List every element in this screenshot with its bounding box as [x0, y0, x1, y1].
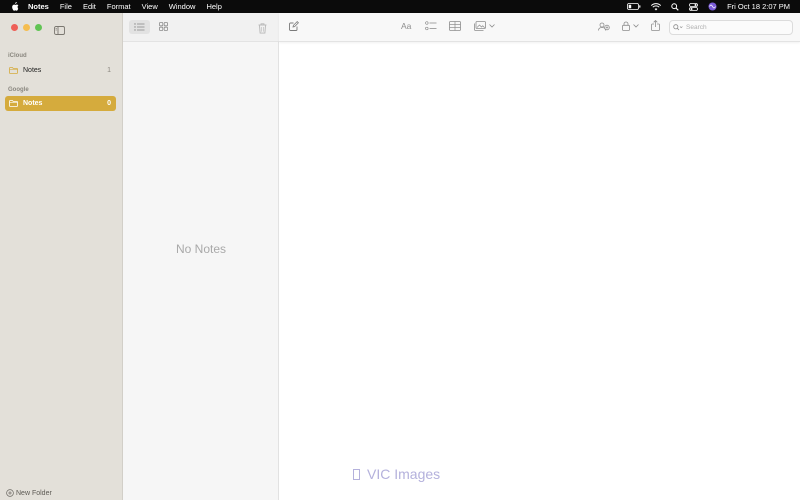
search-icon[interactable] — [671, 2, 679, 11]
empty-state-text: No Notes — [175, 242, 227, 256]
search-input[interactable] — [686, 24, 781, 31]
new-folder-label: New Folder — [16, 489, 52, 497]
battery-icon[interactable] — [627, 3, 641, 10]
menu-view[interactable]: View — [142, 2, 158, 11]
media-button[interactable] — [474, 21, 495, 31]
editor-toolbar: Aa — [279, 13, 800, 42]
trash-icon[interactable] — [258, 21, 267, 39]
window-minimize-button[interactable] — [23, 24, 30, 31]
checklist-icon[interactable] — [425, 21, 437, 31]
folder-name: Notes — [23, 67, 42, 74]
table-icon[interactable] — [449, 21, 461, 31]
section-label-icloud: iCloud — [8, 53, 27, 59]
gallery-view-icon — [158, 18, 168, 36]
list-view-button[interactable] — [129, 20, 150, 34]
search-icon — [673, 24, 683, 31]
menu-clock[interactable]: Fri Oct 18 2:07 PM — [727, 2, 790, 11]
new-folder-button[interactable]: New Folder — [6, 489, 52, 497]
format-button[interactable]: Aa — [401, 21, 411, 31]
folder-name: Notes — [23, 100, 43, 107]
chevron-down-icon — [633, 24, 639, 28]
sidebar: iCloud Notes 1 Google Notes 0 New Folder — [0, 13, 123, 500]
menu-edit[interactable]: Edit — [83, 2, 96, 11]
lock-button[interactable] — [622, 21, 639, 31]
window-zoom-button[interactable] — [35, 24, 42, 31]
sidebar-item-icloud-notes[interactable]: Notes 1 — [5, 63, 116, 78]
control-center-icon[interactable] — [689, 2, 698, 11]
note-list-toolbar — [123, 13, 279, 42]
wifi-icon[interactable] — [651, 2, 662, 11]
watermark-text: VIC Images — [367, 466, 441, 482]
apple-icon[interactable] — [10, 2, 20, 12]
menu-app-name[interactable]: Notes — [28, 2, 49, 11]
note-list-pane: No Notes — [123, 13, 279, 500]
menu-help[interactable]: Help — [206, 2, 221, 11]
note-editor[interactable]: Aa — [279, 13, 800, 500]
section-label-google: Google — [8, 87, 29, 93]
compose-icon[interactable] — [289, 21, 299, 31]
menu-file[interactable]: File — [60, 2, 72, 11]
folder-count: 1 — [107, 67, 111, 74]
media-icon — [474, 21, 486, 31]
sidebar-item-google-notes[interactable]: Notes 0 — [5, 96, 116, 111]
list-view-icon — [134, 18, 145, 36]
menu-bar: Notes File Edit Format View Window Help … — [0, 0, 800, 13]
folder-icon — [9, 67, 18, 74]
collaborate-icon[interactable] — [598, 21, 610, 31]
lock-icon — [622, 21, 630, 31]
gallery-view-button[interactable] — [155, 20, 171, 34]
watermark: VIC Images — [353, 466, 440, 482]
search-field[interactable] — [669, 20, 793, 35]
plus-circle-icon — [6, 489, 14, 497]
folder-icon — [9, 100, 18, 107]
watermark-mark — [353, 468, 360, 480]
menu-format[interactable]: Format — [107, 2, 131, 11]
siri-icon[interactable] — [708, 2, 717, 11]
window-close-button[interactable] — [11, 24, 18, 31]
folder-count: 0 — [107, 100, 111, 107]
chevron-down-icon — [489, 24, 495, 28]
share-icon[interactable] — [651, 20, 660, 31]
sidebar-toggle-icon[interactable] — [54, 22, 65, 40]
menu-window[interactable]: Window — [169, 2, 196, 11]
